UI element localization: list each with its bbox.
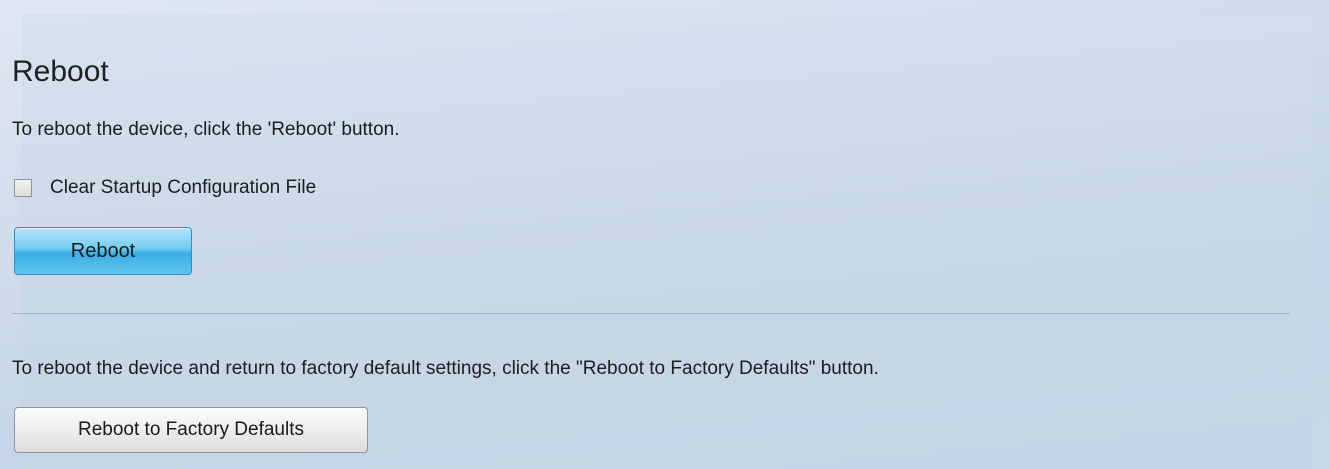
- clear-startup-config-label[interactable]: Clear Startup Configuration File: [50, 177, 316, 199]
- reboot-button[interactable]: Reboot: [14, 227, 192, 275]
- clear-startup-config-row[interactable]: Clear Startup Configuration File: [14, 174, 316, 202]
- section-divider: [12, 313, 1290, 314]
- reboot-instruction: To reboot the device, click the 'Reboot'…: [12, 119, 400, 140]
- factory-reset-instruction: To reboot the device and return to facto…: [12, 358, 879, 379]
- reboot-to-factory-defaults-button[interactable]: Reboot to Factory Defaults: [14, 407, 368, 453]
- reboot-panel: [22, 14, 1312, 469]
- clear-startup-config-checkbox[interactable]: [14, 179, 32, 197]
- page-title: Reboot: [12, 55, 109, 89]
